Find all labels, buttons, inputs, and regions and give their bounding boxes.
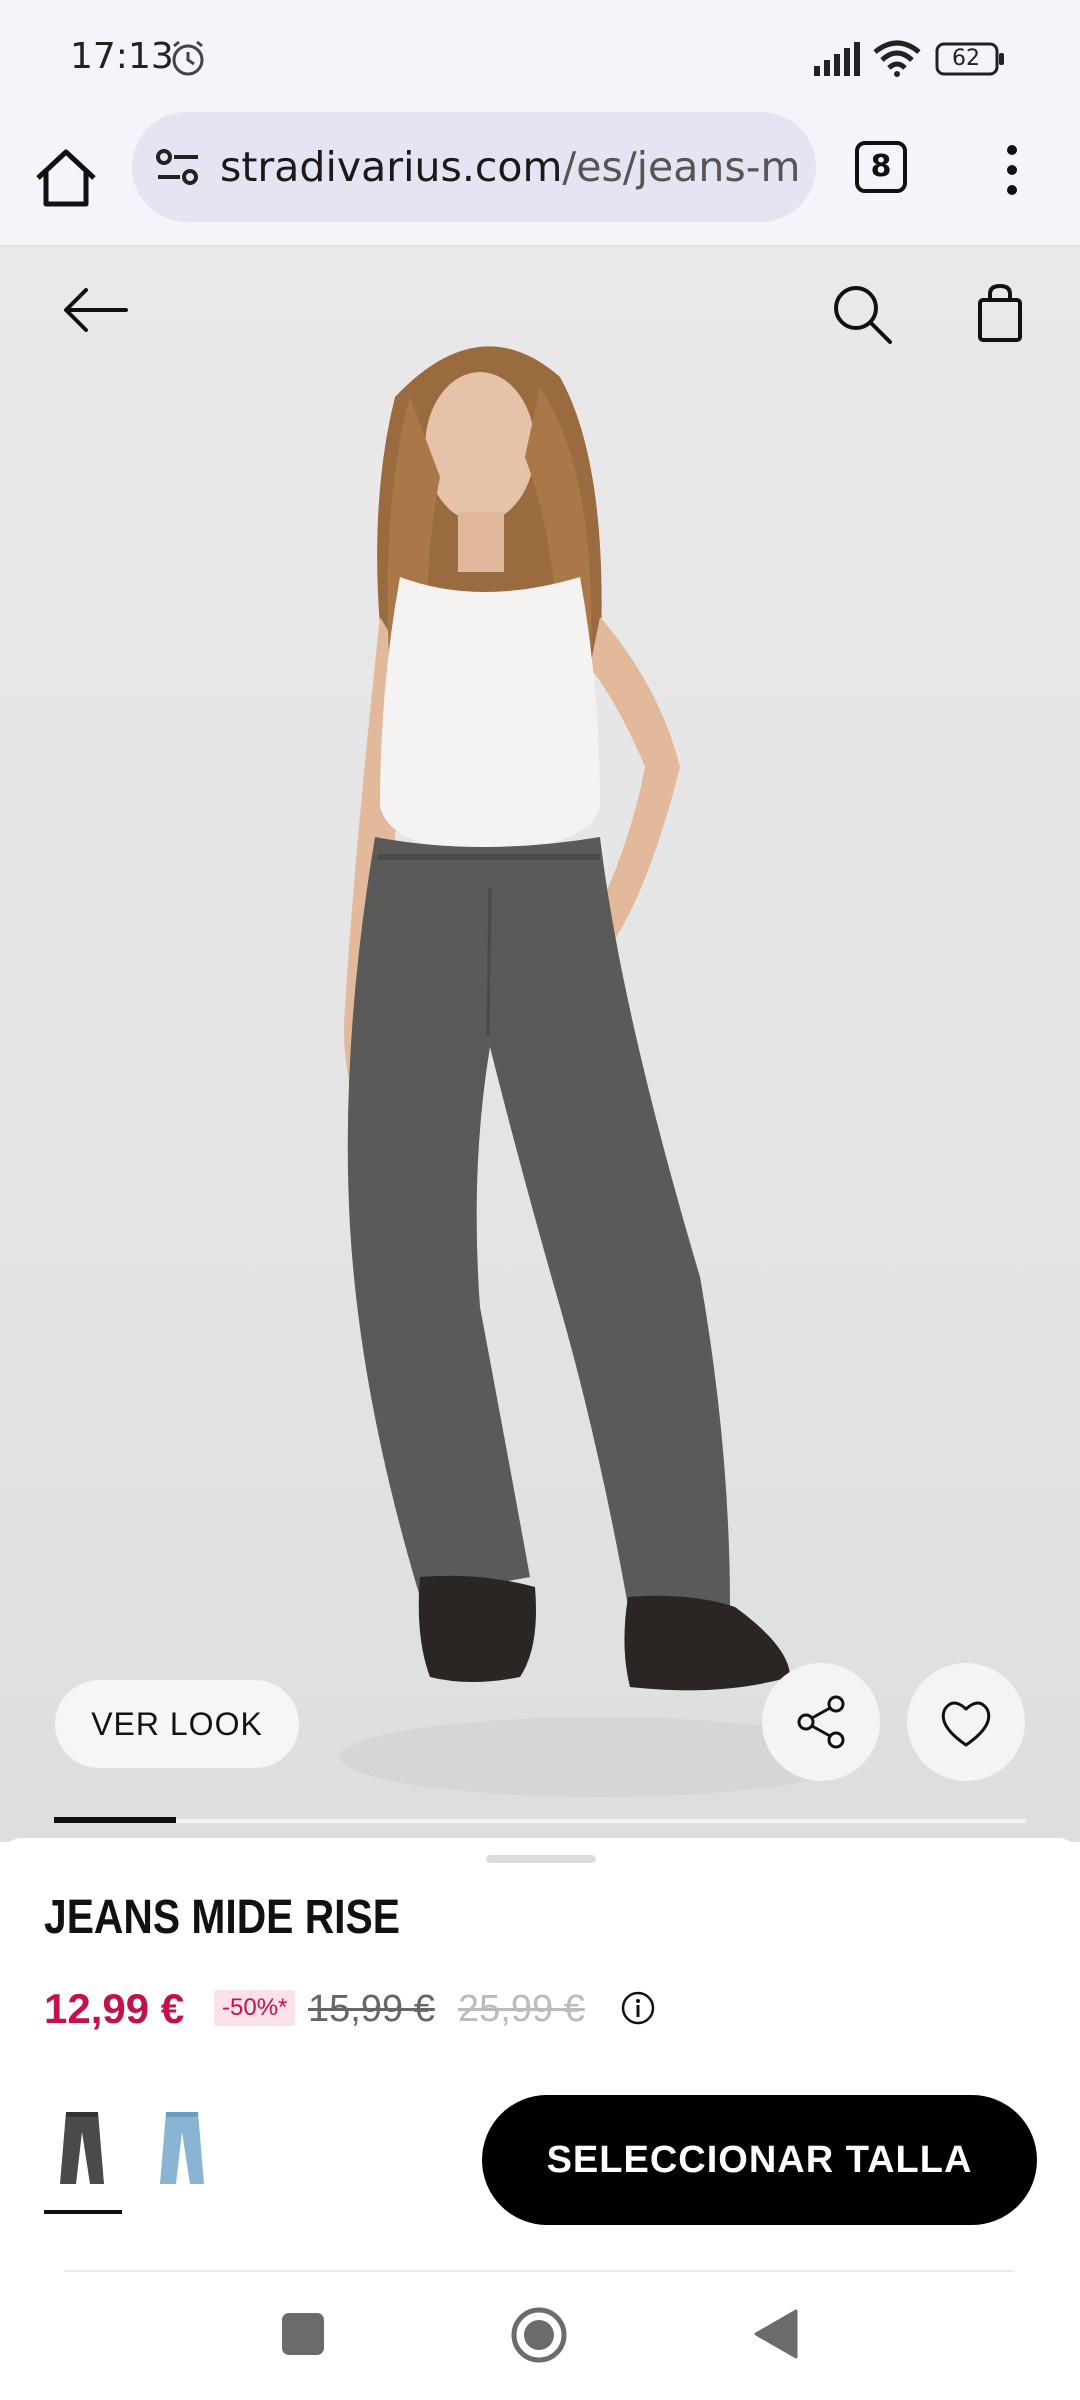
url-bar[interactable]: stradivarius.com/es/jeans-mi	[132, 112, 816, 222]
color-swatch-dark[interactable]	[52, 2108, 112, 2188]
product-image[interactable]	[0, 247, 1080, 1842]
home-icon[interactable]	[28, 140, 104, 216]
color-swatch-selected-indicator	[44, 2210, 122, 2214]
tabs-button[interactable]: 8	[855, 141, 907, 193]
battery-icon: 62	[935, 42, 1007, 76]
url-domain: stradivarius.com	[220, 143, 563, 191]
wishlist-button[interactable]	[907, 1663, 1025, 1781]
back-arrow-icon[interactable]	[60, 280, 132, 340]
select-size-button[interactable]: SELECCIONAR TALLA	[482, 2095, 1037, 2225]
back-nav-button[interactable]	[752, 2307, 798, 2361]
wifi-icon	[873, 40, 921, 77]
search-icon[interactable]	[828, 280, 894, 346]
carousel-track	[54, 1819, 1026, 1823]
share-button[interactable]	[762, 1663, 880, 1781]
product-title: JEANS MIDE RISE	[44, 1891, 400, 1944]
url-path: /es/jeans-mi	[562, 143, 800, 191]
status-time: 17:13	[70, 36, 174, 77]
carousel-indicator	[54, 1817, 176, 1823]
discount-badge: -50%*	[214, 1990, 296, 2026]
menu-icon[interactable]	[990, 140, 1034, 200]
heart-icon	[941, 1701, 991, 1747]
info-icon[interactable]	[620, 1990, 656, 2026]
url-text: stradivarius.com/es/jeans-mi	[220, 112, 800, 222]
price-original-2: 25,99 €	[458, 1988, 585, 2030]
signal-icon	[814, 42, 860, 76]
site-settings-icon[interactable]	[154, 147, 202, 187]
price-original-1: 15,99 €	[308, 1988, 435, 2030]
alarm-icon	[172, 40, 204, 76]
color-swatch-light[interactable]	[152, 2108, 212, 2188]
battery-level: 62	[952, 46, 980, 71]
share-icon	[797, 1695, 845, 1749]
price-current: 12,99 €	[44, 1985, 185, 2032]
home-nav-button[interactable]	[510, 2306, 568, 2364]
sheet-handle[interactable]	[486, 1855, 596, 1863]
recent-apps-button[interactable]	[282, 2313, 324, 2355]
bag-icon[interactable]	[970, 280, 1030, 346]
model-illustration	[340, 346, 860, 1797]
ver-look-button[interactable]: VER LOOK	[55, 1680, 299, 1768]
